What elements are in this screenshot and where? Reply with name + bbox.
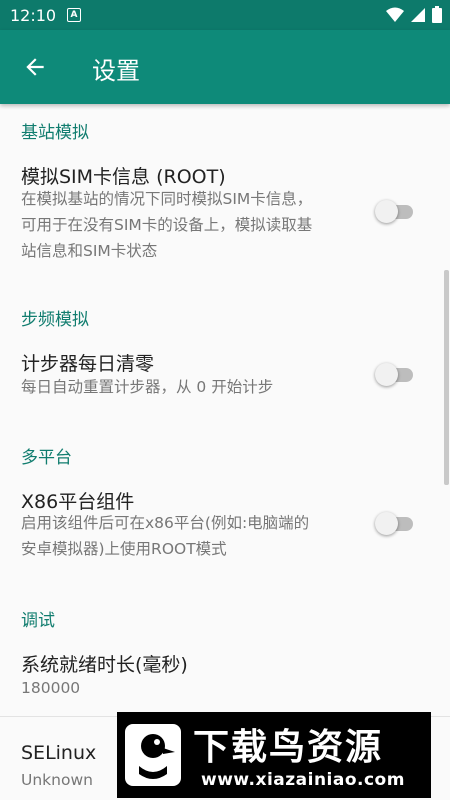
summary-line: 安卓模拟器)上使用ROOT模式 <box>21 540 227 558</box>
pref-title: SELinux <box>21 742 97 764</box>
summary-line: 在模拟基站的情况下同时模拟SIM卡信息， <box>21 190 313 208</box>
pref-title: 系统就绪时长(毫秒) <box>21 654 188 676</box>
page-title: 设置 <box>92 57 140 85</box>
app-bar: 设置 <box>0 30 450 104</box>
pref-summary: 在模拟基站的情况下同时模拟SIM卡信息， 可用于在没有SIM卡的设备上，模拟读取… <box>21 186 361 264</box>
summary-line: 启用该组件后可在x86平台(例如:电脑端的 <box>21 514 310 532</box>
wifi-icon <box>386 7 404 22</box>
battery-icon <box>432 6 442 23</box>
notification-icon: A <box>67 8 81 22</box>
pref-title: 模拟SIM卡信息 (ROOT) <box>21 166 226 188</box>
switch-thumb <box>375 200 398 223</box>
summary-line: 180000 <box>21 679 81 697</box>
system-icons <box>386 6 442 23</box>
pref-summary: 每日自动重置计步器，从 0 开始计步 <box>21 374 361 400</box>
section-header-base-station: 基站模拟 <box>21 123 89 143</box>
summary-line: 站信息和SIM卡状态 <box>21 242 158 260</box>
pedometer-reset-switch[interactable] <box>375 362 417 386</box>
watermark-logo: 下载鸟资源 www.xiazainiao.com <box>117 712 431 798</box>
summary-line: 可用于在没有SIM卡的设备上，模拟读取基 <box>21 216 313 234</box>
scrollbar[interactable] <box>444 270 449 485</box>
x86-component-switch[interactable] <box>375 511 417 535</box>
switch-thumb <box>375 363 398 386</box>
switch-thumb <box>375 512 398 535</box>
summary-line: 每日自动重置计步器，从 0 开始计步 <box>21 378 274 396</box>
watermark-cn-text: 下载鸟资源 <box>193 727 384 768</box>
status-time: 12:10 <box>10 6 57 25</box>
pref-summary: 启用该组件后可在x86平台(例如:电脑端的 安卓模拟器)上使用ROOT模式 <box>21 510 361 562</box>
watermark-url-text: www.xiazainiao.com <box>201 770 405 790</box>
signal-icon <box>411 7 425 22</box>
bird-logo-icon <box>125 724 181 786</box>
pref-title: 计步器每日清零 <box>21 353 155 375</box>
back-arrow-icon[interactable] <box>22 54 48 80</box>
settings-list[interactable]: 基站模拟 模拟SIM卡信息 (ROOT) 在模拟基站的情况下同时模拟SIM卡信息… <box>0 104 450 800</box>
section-header-step-simulation: 步频模拟 <box>21 310 89 330</box>
section-header-debug: 调试 <box>21 611 55 631</box>
status-bar: 12:10 A <box>0 0 450 30</box>
pref-summary: 180000 <box>21 675 361 701</box>
section-header-multi-platform: 多平台 <box>21 448 72 468</box>
sim-simulation-switch[interactable] <box>375 199 417 223</box>
